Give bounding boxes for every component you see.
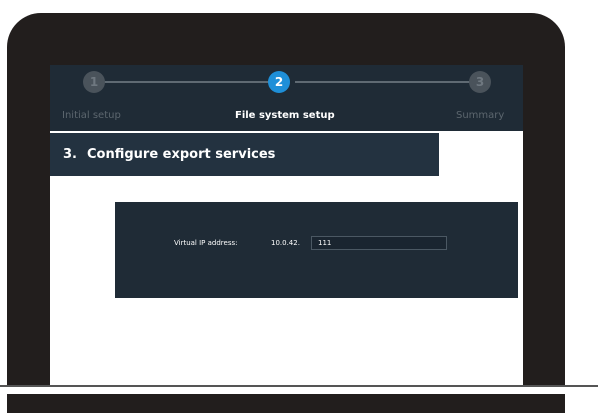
section-header: 3. Configure export services [50, 133, 439, 176]
screen: 1 2 3 Initial setup File system setup Su… [50, 65, 523, 385]
step-3-label: Summary [456, 110, 505, 121]
step-2-circle[interactable]: 2 [268, 71, 290, 93]
wizard-stepper: 1 2 3 Initial setup File system setup Su… [50, 65, 523, 131]
baseline-rule [0, 385, 598, 394]
virtual-ip-prefix: 10.0.42. [271, 239, 300, 247]
virtual-ip-label: Virtual IP address: [174, 239, 238, 247]
step-1-label: Initial setup [62, 110, 121, 121]
step-2-label: File system setup [235, 110, 335, 121]
step-connector-2-3 [295, 81, 480, 83]
step-3-circle[interactable]: 3 [469, 71, 491, 93]
step-1-circle[interactable]: 1 [83, 71, 105, 93]
export-services-form: Virtual IP address: 10.0.42. [115, 202, 518, 298]
step-connector-1-2 [94, 81, 279, 83]
virtual-ip-input[interactable] [311, 236, 447, 250]
section-title: Configure export services [86, 147, 276, 162]
section-number: 3. [63, 147, 77, 162]
